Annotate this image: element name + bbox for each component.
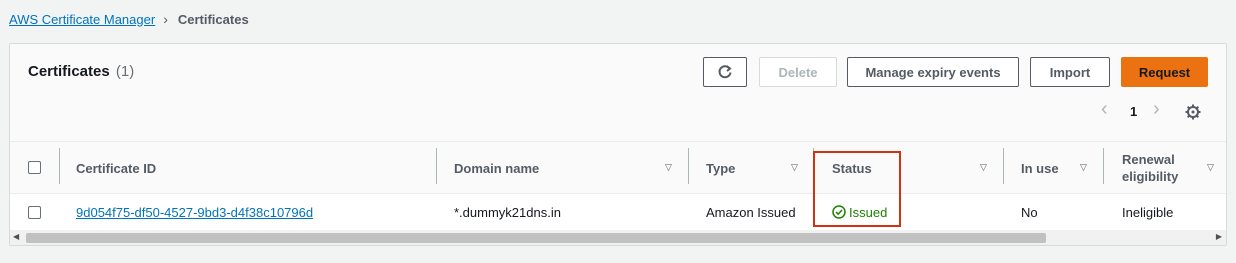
certificates-panel: Certificates (1) Delete Manage expiry ev… (9, 43, 1227, 246)
column-divider (1103, 148, 1104, 184)
column-certificate-id[interactable]: Certificate ID (76, 142, 156, 194)
gear-icon[interactable] (1185, 104, 1201, 120)
column-divider (436, 148, 437, 184)
breadcrumb: AWS Certificate Manager › Certificates (9, 10, 249, 28)
column-renewal-line1: Renewal (1122, 152, 1175, 167)
sort-caret-icon[interactable]: ▽ (665, 162, 672, 173)
page-title: Certificates (1) (28, 63, 134, 80)
column-renewal-eligibility[interactable]: Renewal eligibility (1122, 142, 1178, 194)
certificate-id-cell: 9d054f75-df50-4527-9bd3-d4f38c10796d (76, 194, 313, 230)
scrollbar-thumb[interactable] (26, 233, 1046, 243)
sort-caret-icon[interactable]: ▽ (1080, 162, 1087, 173)
page-number[interactable]: 1 (1130, 104, 1137, 119)
scroll-left-icon[interactable]: ◀ (13, 232, 19, 241)
sort-caret-icon[interactable]: ▽ (980, 162, 987, 173)
import-button[interactable]: Import (1030, 57, 1110, 87)
row-checkbox[interactable] (28, 206, 41, 219)
breadcrumb-current: Certificates (177, 11, 249, 27)
delete-button[interactable]: Delete (759, 57, 837, 87)
breadcrumb-acm-link[interactable]: AWS Certificate Manager (9, 12, 155, 27)
horizontal-scrollbar[interactable]: ◀ ▶ (10, 230, 1226, 245)
request-button[interactable]: Request (1121, 57, 1208, 87)
column-divider (688, 148, 689, 184)
status-highlight-box (813, 151, 901, 227)
sort-caret-icon[interactable]: ▽ (1207, 162, 1214, 173)
chevron-right-icon[interactable]: › (1153, 98, 1160, 121)
panel-header: Certificates (1) Delete Manage expiry ev… (10, 44, 1226, 142)
in-use-cell: No (1021, 204, 1038, 220)
domain-name-cell: *.dummyk21dns.in (454, 204, 561, 220)
refresh-button[interactable] (703, 57, 747, 87)
type-cell: Amazon Issued (706, 204, 796, 220)
column-domain-name[interactable]: Domain name (454, 142, 539, 194)
scroll-right-icon[interactable]: ▶ (1216, 232, 1222, 241)
column-type[interactable]: Type (706, 142, 735, 194)
sort-caret-icon[interactable]: ▽ (791, 162, 798, 173)
title-text: Certificates (28, 63, 110, 80)
table-row: 9d054f75-df50-4527-9bd3-d4f38c10796d *.d… (10, 194, 1226, 230)
certificate-id-link[interactable]: 9d054f75-df50-4527-9bd3-d4f38c10796d (76, 205, 313, 220)
chevron-right-icon: › (163, 11, 168, 27)
manage-expiry-events-button[interactable]: Manage expiry events (847, 57, 1019, 87)
renewal-eligibility-cell: Ineligible (1122, 204, 1174, 220)
column-divider (1003, 148, 1004, 184)
table-header: Certificate ID Domain name ▽ Type ▽ Stat… (10, 142, 1226, 194)
column-divider (59, 148, 60, 184)
column-renewal-line2: eligibility (1122, 169, 1179, 184)
chevron-left-icon[interactable]: ‹ (1101, 98, 1108, 121)
refresh-icon (718, 65, 732, 79)
select-all-checkbox[interactable] (28, 161, 41, 174)
certificate-count: (1) (115, 63, 135, 80)
column-in-use[interactable]: In use (1021, 142, 1059, 194)
